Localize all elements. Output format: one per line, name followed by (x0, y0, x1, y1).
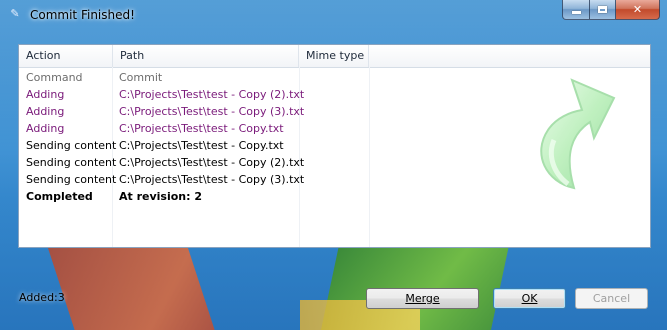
tortoise-icon: ✎ (10, 7, 20, 20)
ok-button-label: OK (521, 292, 538, 305)
ok-button[interactable]: OK (493, 288, 566, 309)
cancel-button-label: Cancel (592, 292, 631, 305)
merge-button-label: Merge (405, 292, 440, 305)
caption-buttons: ✕ (562, 0, 660, 20)
row-path: C:\Projects\Test\test - Copy (2).txt (119, 88, 305, 101)
maximize-icon (598, 6, 607, 13)
row-action: Sending content (26, 173, 117, 186)
row-path: At revision: 2 (119, 190, 203, 203)
row-path: Commit (119, 71, 163, 84)
column-header-path[interactable]: Path (113, 45, 299, 67)
list-header: Action Path Mime type (19, 45, 650, 68)
window-title: Commit Finished! (30, 8, 135, 22)
row-action: Adding (26, 122, 65, 135)
row-path: C:\Projects\Test\test - Copy (3).txt (119, 173, 305, 186)
column-header-action[interactable]: Action (19, 45, 113, 67)
row-action: Adding (26, 105, 65, 118)
column-header-mime-type[interactable]: Mime type (299, 45, 369, 67)
commit-arrow-icon (502, 70, 622, 200)
cancel-button[interactable]: Cancel (575, 288, 648, 309)
title-bar[interactable]: ✎ Commit Finished! ✕ (0, 0, 667, 30)
row-action: Adding (26, 88, 65, 101)
close-icon: ✕ (632, 3, 643, 16)
row-path: C:\Projects\Test\test - Copy (2).txt (119, 156, 305, 169)
maximize-button[interactable] (590, 0, 616, 20)
row-action: Command (26, 71, 83, 84)
minimize-button[interactable] (562, 0, 590, 20)
row-action: Completed (26, 190, 93, 203)
close-button[interactable]: ✕ (616, 0, 660, 20)
minimize-icon (571, 11, 581, 14)
row-action: Sending content (26, 156, 117, 169)
row-path: C:\Projects\Test\test - Copy (3).txt (119, 105, 305, 118)
desktop-wallpaper-red (45, 240, 215, 330)
merge-button[interactable]: Merge (366, 288, 479, 309)
status-text: Added:3 (19, 291, 65, 304)
row-path: C:\Projects\Test\test - Copy.txt (119, 122, 284, 135)
row-path: C:\Projects\Test\test - Copy.txt (119, 139, 284, 152)
row-action: Sending content (26, 139, 117, 152)
